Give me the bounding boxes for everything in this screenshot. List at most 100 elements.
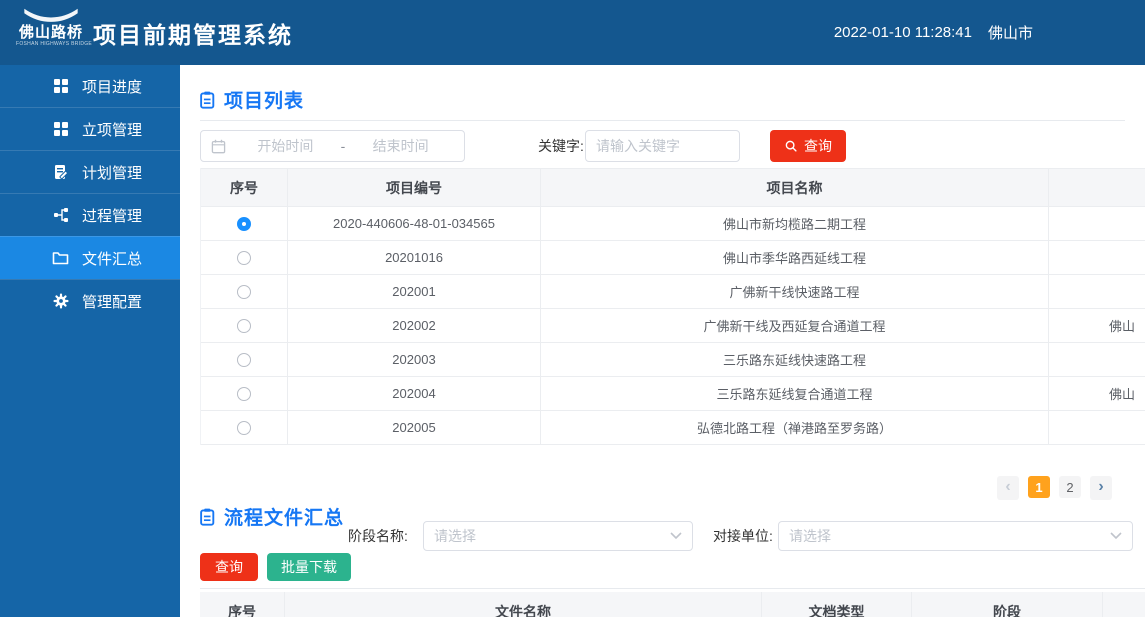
section-divider (200, 120, 1125, 121)
pagination: ‹ 1 2 › (997, 476, 1112, 500)
table-row[interactable]: 202002 广佛新干线及西延复合通道工程 佛山 (201, 309, 1145, 343)
project-code-cell: 202002 (288, 309, 541, 343)
radio-cell (201, 411, 288, 445)
radio-cell (201, 377, 288, 411)
table-row[interactable]: 202005 弘德北路工程（禅港路至罗务路） (201, 411, 1145, 445)
page-button-2[interactable]: 2 (1059, 476, 1081, 498)
radio-cell (201, 207, 288, 241)
column-header (1049, 168, 1145, 207)
project-name-cell: 广佛新干线及西延复合通道工程 (541, 309, 1049, 343)
chevron-right-icon[interactable]: › (1090, 476, 1112, 500)
sidebar-nav: 项目进度 立项管理 计划管理 过程管理 文件汇总 管理配置 (0, 65, 180, 617)
liaison-unit-label: 对接单位: (713, 528, 773, 544)
liaison-unit-placeholder: 请选择 (789, 528, 831, 544)
column-header: 项目名称 (541, 168, 1049, 207)
table-row[interactable]: 202003 三乐路东延线快速路工程 (201, 343, 1145, 377)
column-header: 阶段 (912, 592, 1103, 617)
project-name-cell: 广佛新干线快速路工程 (541, 275, 1049, 309)
project-table-header-row: 序号 项目编号 项目名称 (201, 168, 1145, 207)
bridge-arc-icon (24, 8, 78, 22)
stage-select[interactable]: 请选择 (423, 521, 693, 551)
stage-select-placeholder: 请选择 (434, 528, 476, 544)
project-extra-cell (1049, 207, 1145, 241)
project-extra-cell: 佛山 (1049, 309, 1145, 343)
row-radio-selected[interactable] (237, 216, 251, 231)
row-radio[interactable] (237, 250, 251, 265)
start-date-placeholder: 开始时间 (257, 138, 314, 154)
search-button-label: 查询 (804, 138, 832, 154)
sidebar-item-label: 管理配置 (82, 293, 143, 311)
brand-subtitle: FOSHAN HIGHWAYS BRIDGE (16, 41, 93, 48)
project-name-cell: 三乐路东延线复合通道工程 (541, 377, 1049, 411)
column-header: 序号 (200, 592, 285, 617)
sidebar-item-label: 文件汇总 (82, 250, 143, 268)
project-code-cell: 2020-440606-48-01-034565 (288, 207, 541, 241)
process-files-heading: 流程文件汇总 (200, 503, 344, 530)
date-range-picker[interactable]: 开始时间 - 结束时间 (200, 130, 465, 162)
section-title-text: 项目列表 (224, 91, 305, 112)
table-row[interactable]: 2020-440606-48-01-034565 佛山市新均榄路二期工程 (201, 207, 1145, 241)
sidebar-item-label: 计划管理 (82, 164, 143, 182)
current-datetime: 2022-01-10 11:28:41 (833, 24, 972, 41)
project-extra-cell (1049, 275, 1145, 309)
page-button-1[interactable]: 1 (1028, 476, 1050, 498)
chevron-down-icon (1110, 532, 1122, 540)
project-table: 序号 项目编号 项目名称 2020-440606-48-01-034565 佛山… (200, 168, 1145, 445)
sidebar-item-project-approval[interactable]: 立项管理 (0, 107, 180, 150)
table-row[interactable]: 202001 广佛新干线快速路工程 (201, 275, 1145, 309)
row-radio[interactable] (237, 284, 251, 299)
date-range-separator: - (340, 138, 346, 154)
batch-download-button[interactable]: 批量下载 (267, 553, 351, 581)
project-extra-cell (1049, 241, 1145, 275)
sidebar-item-process-management[interactable]: 过程管理 (0, 193, 180, 236)
sidebar-item-label: 过程管理 (82, 207, 143, 225)
sidebar-item-admin-config[interactable]: 管理配置 (0, 279, 180, 322)
project-code-cell: 202004 (288, 377, 541, 411)
row-radio[interactable] (237, 318, 251, 333)
chevron-left-icon[interactable]: ‹ (997, 476, 1019, 500)
brand-logo: 佛山路桥 FOSHAN HIGHWAYS BRIDGE (16, 7, 93, 48)
project-code-cell: 202005 (288, 411, 541, 445)
table-row[interactable]: 20201016 佛山市季华路西延线工程 (201, 241, 1145, 275)
column-header: 项目编号 (288, 168, 541, 207)
section-title-text: 流程文件汇总 (224, 508, 345, 529)
project-code-cell: 20201016 (288, 241, 541, 275)
sidebar-item-plan-management[interactable]: 计划管理 (0, 150, 180, 193)
project-name-cell: 三乐路东延线快速路工程 (541, 343, 1049, 377)
project-list-heading: 项目列表 (200, 86, 304, 113)
column-header: 文档类型 (762, 592, 912, 617)
chevron-down-icon (670, 532, 682, 540)
keyword-input[interactable] (585, 130, 740, 162)
app-title: 项目前期管理系统 (93, 21, 293, 48)
clipboard-icon (200, 91, 215, 109)
liaison-unit-select[interactable]: 请选择 (778, 521, 1133, 551)
table-row[interactable]: 202004 三乐路东延线复合通道工程 佛山 (201, 377, 1145, 411)
share-icon (52, 207, 69, 224)
calendar-icon (211, 139, 226, 153)
row-radio[interactable] (237, 352, 251, 367)
grid-icon (52, 78, 69, 95)
end-date-placeholder: 结束时间 (372, 138, 429, 154)
folder-icon (52, 250, 69, 267)
project-code-cell: 202001 (288, 275, 541, 309)
project-extra-cell (1049, 343, 1145, 377)
project-name-cell: 佛山市新均榄路二期工程 (541, 207, 1049, 241)
search-icon (785, 140, 797, 152)
radio-cell (201, 275, 288, 309)
sidebar-item-file-summary[interactable]: 文件汇总 (0, 236, 180, 279)
project-extra-cell (1049, 411, 1145, 445)
process-files-search-button[interactable]: 查询 (200, 553, 258, 581)
column-header (1103, 592, 1145, 617)
gear-icon (52, 293, 69, 310)
app-window: 佛山路桥 FOSHAN HIGHWAYS BRIDGE 项目前期管理系统 202… (0, 0, 1145, 617)
project-extra-cell: 佛山 (1049, 377, 1145, 411)
sidebar-item-project-progress[interactable]: 项目进度 (0, 65, 180, 107)
process-files-table-header-row: 序号 文件名称 文档类型 阶段 (200, 592, 1145, 617)
column-header: 文件名称 (285, 592, 762, 617)
current-city: 佛山市 (987, 25, 1033, 42)
project-search-button[interactable]: 查询 (770, 130, 846, 162)
row-radio[interactable] (237, 420, 251, 435)
top-header-bar: 佛山路桥 FOSHAN HIGHWAYS BRIDGE 项目前期管理系统 202… (0, 0, 1145, 65)
keyword-label: 关键字: (538, 138, 584, 154)
row-radio[interactable] (237, 386, 251, 401)
